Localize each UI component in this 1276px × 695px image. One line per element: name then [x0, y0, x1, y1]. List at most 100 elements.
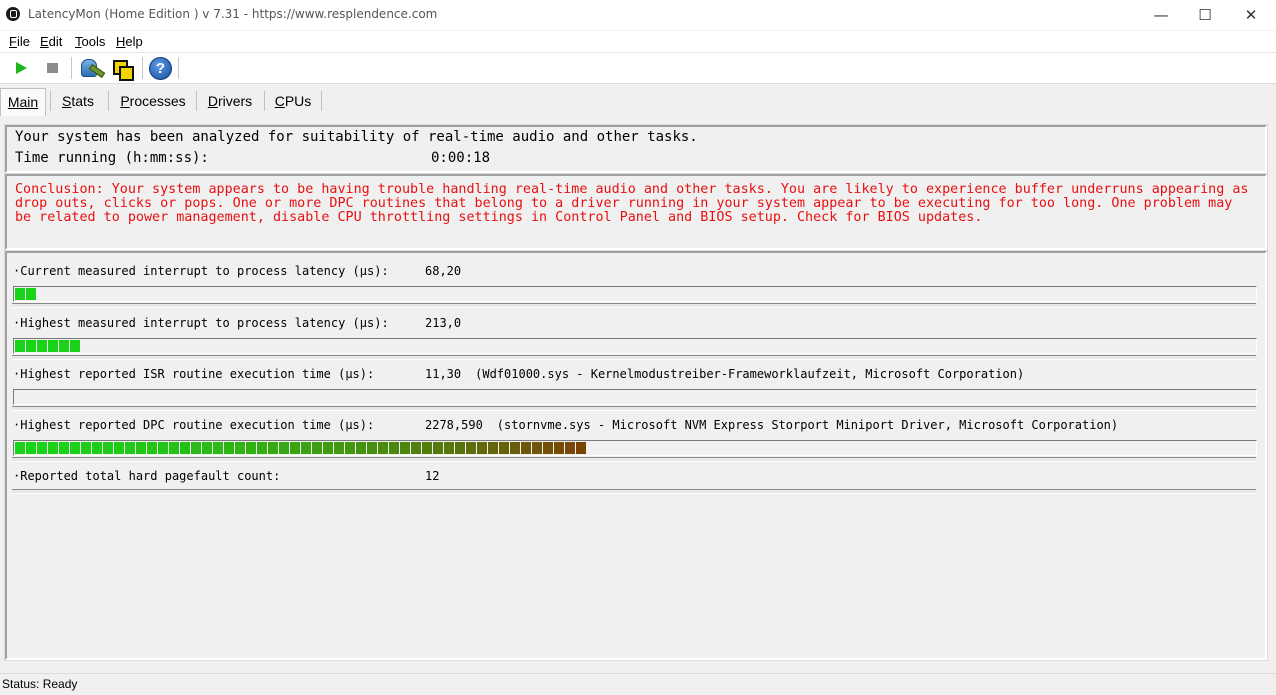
tab-drivers[interactable]: Drivers [200, 88, 260, 114]
bar-segment [268, 442, 278, 454]
bar-segment [37, 442, 47, 454]
bar-segment [455, 442, 465, 454]
bar-segment [488, 442, 498, 454]
bar-segment [70, 442, 80, 454]
tab-divider [321, 91, 322, 111]
bar-segment [136, 442, 146, 454]
bar-segment [103, 442, 113, 454]
bar-segment [158, 442, 168, 454]
pagefault-count-label: ·Reported total hard pagefault count: [13, 469, 281, 483]
bar-segment [312, 442, 322, 454]
bar-segment [180, 442, 190, 454]
tab-processes[interactable]: Processes [112, 88, 194, 114]
bar-segment [532, 442, 542, 454]
dpc-time-label: ·Highest reported DPC routine execution … [13, 418, 375, 432]
bar-segment [59, 340, 69, 352]
bar-segment [235, 442, 245, 454]
bar-segment [15, 288, 25, 300]
bar-segment [81, 442, 91, 454]
bar-segment [257, 442, 267, 454]
bar-segment [92, 442, 102, 454]
start-button-play-icon[interactable] [8, 57, 32, 79]
tab-strip: Main Stats Processes Drivers CPUs [0, 88, 1276, 116]
current-latency-value: 68,20 [425, 264, 462, 278]
analysis-summary: Your system has been analyzed for suitab… [15, 129, 698, 145]
minimize-button[interactable]: — [1138, 0, 1184, 30]
help-icon[interactable]: ? [149, 57, 172, 80]
current-latency-label: ·Current measured interrupt to process l… [13, 264, 389, 278]
time-running-label: Time running (h:mm:ss): [15, 150, 209, 166]
bar-segment [48, 442, 58, 454]
bar-segment [246, 442, 256, 454]
stop-button-stop-icon[interactable] [40, 57, 64, 79]
row-divider [12, 457, 1256, 462]
tab-stats[interactable]: Stats [54, 88, 102, 114]
bar-segment [334, 442, 344, 454]
analyze-icon[interactable] [78, 57, 102, 79]
bar-segment [444, 442, 454, 454]
row-divider [12, 303, 1256, 308]
tab-main[interactable]: Main [0, 88, 46, 116]
bar-segment [191, 442, 201, 454]
close-button[interactable]: ✕ [1228, 0, 1274, 30]
bar-segment [290, 442, 300, 454]
bar-segment [213, 442, 223, 454]
bar-segment [433, 442, 443, 454]
title-bar: LatencyMon (Home Edition ) v 7.31 - http… [0, 0, 1276, 30]
window-title: LatencyMon (Home Edition ) v 7.31 - http… [28, 7, 438, 21]
bar-segment [554, 442, 564, 454]
windows-icon[interactable] [110, 57, 134, 81]
summary-panel: Your system has been analyzed for suitab… [5, 125, 1267, 173]
toolbar-divider [71, 57, 72, 79]
menu-tools[interactable]: Tools [75, 34, 105, 49]
conclusion-text: Conclusion: Your system appears to be ha… [15, 182, 1249, 225]
isr-driver-info: (Wdf01000.sys - Kernelmodustreiber-Frame… [475, 367, 1025, 381]
menu-bar: File Edit Tools Help [0, 31, 1276, 53]
bar-segment [323, 442, 333, 454]
isr-time-label: ·Highest reported ISR routine execution … [13, 367, 375, 381]
bar-segment [26, 340, 36, 352]
row-divider [12, 489, 1256, 494]
isr-time-value: 11,30 (Wdf01000.sys - Kernelmodustreiber-… [425, 367, 1025, 381]
dpc-time-value: 2278,590 (stornvme.sys - Microsoft NVM Ex… [425, 418, 1119, 432]
highest-latency-value: 213,0 [425, 316, 462, 330]
bar-segment [301, 442, 311, 454]
bar-segment [279, 442, 289, 454]
tab-cpus[interactable]: CPUs [268, 88, 318, 114]
tab-divider [50, 91, 51, 111]
menu-help[interactable]: Help [116, 34, 143, 49]
row-divider [12, 406, 1256, 411]
current-latency-bar-fill [15, 288, 37, 300]
measurements-panel: ·Current measured interrupt to process l… [5, 251, 1267, 660]
maximize-button[interactable]: ☐ [1182, 0, 1228, 30]
highest-latency-bar [13, 338, 1257, 354]
bar-segment [15, 442, 25, 454]
pagefault-count-value: 12 [425, 469, 440, 483]
dpc-time-bar-fill [15, 442, 587, 454]
conclusion-panel: Conclusion: Your system appears to be ha… [5, 174, 1267, 250]
time-running-value: 0:00:18 [431, 150, 491, 166]
bar-segment [15, 340, 25, 352]
tab-divider [264, 91, 265, 111]
bar-segment [367, 442, 377, 454]
menu-edit[interactable]: Edit [40, 34, 62, 49]
bar-segment [202, 442, 212, 454]
menu-file[interactable]: File [9, 34, 30, 49]
dpc-driver-info: (stornvme.sys - Microsoft NVM Express St… [496, 418, 1119, 432]
bar-segment [345, 442, 355, 454]
status-text: Status: Ready [2, 677, 78, 691]
dpc-time-bar [13, 440, 1257, 456]
toolbar: ? [0, 53, 1276, 84]
bar-segment [477, 442, 487, 454]
app-logo-icon [6, 7, 20, 21]
bar-segment [26, 442, 36, 454]
bar-segment [378, 442, 388, 454]
bar-segment [356, 442, 366, 454]
bar-segment [422, 442, 432, 454]
bar-segment [147, 442, 157, 454]
bar-segment [70, 340, 80, 352]
status-bar: Status: Ready [0, 673, 1276, 695]
bar-segment [411, 442, 421, 454]
bar-segment [26, 288, 36, 300]
bar-segment [125, 442, 135, 454]
